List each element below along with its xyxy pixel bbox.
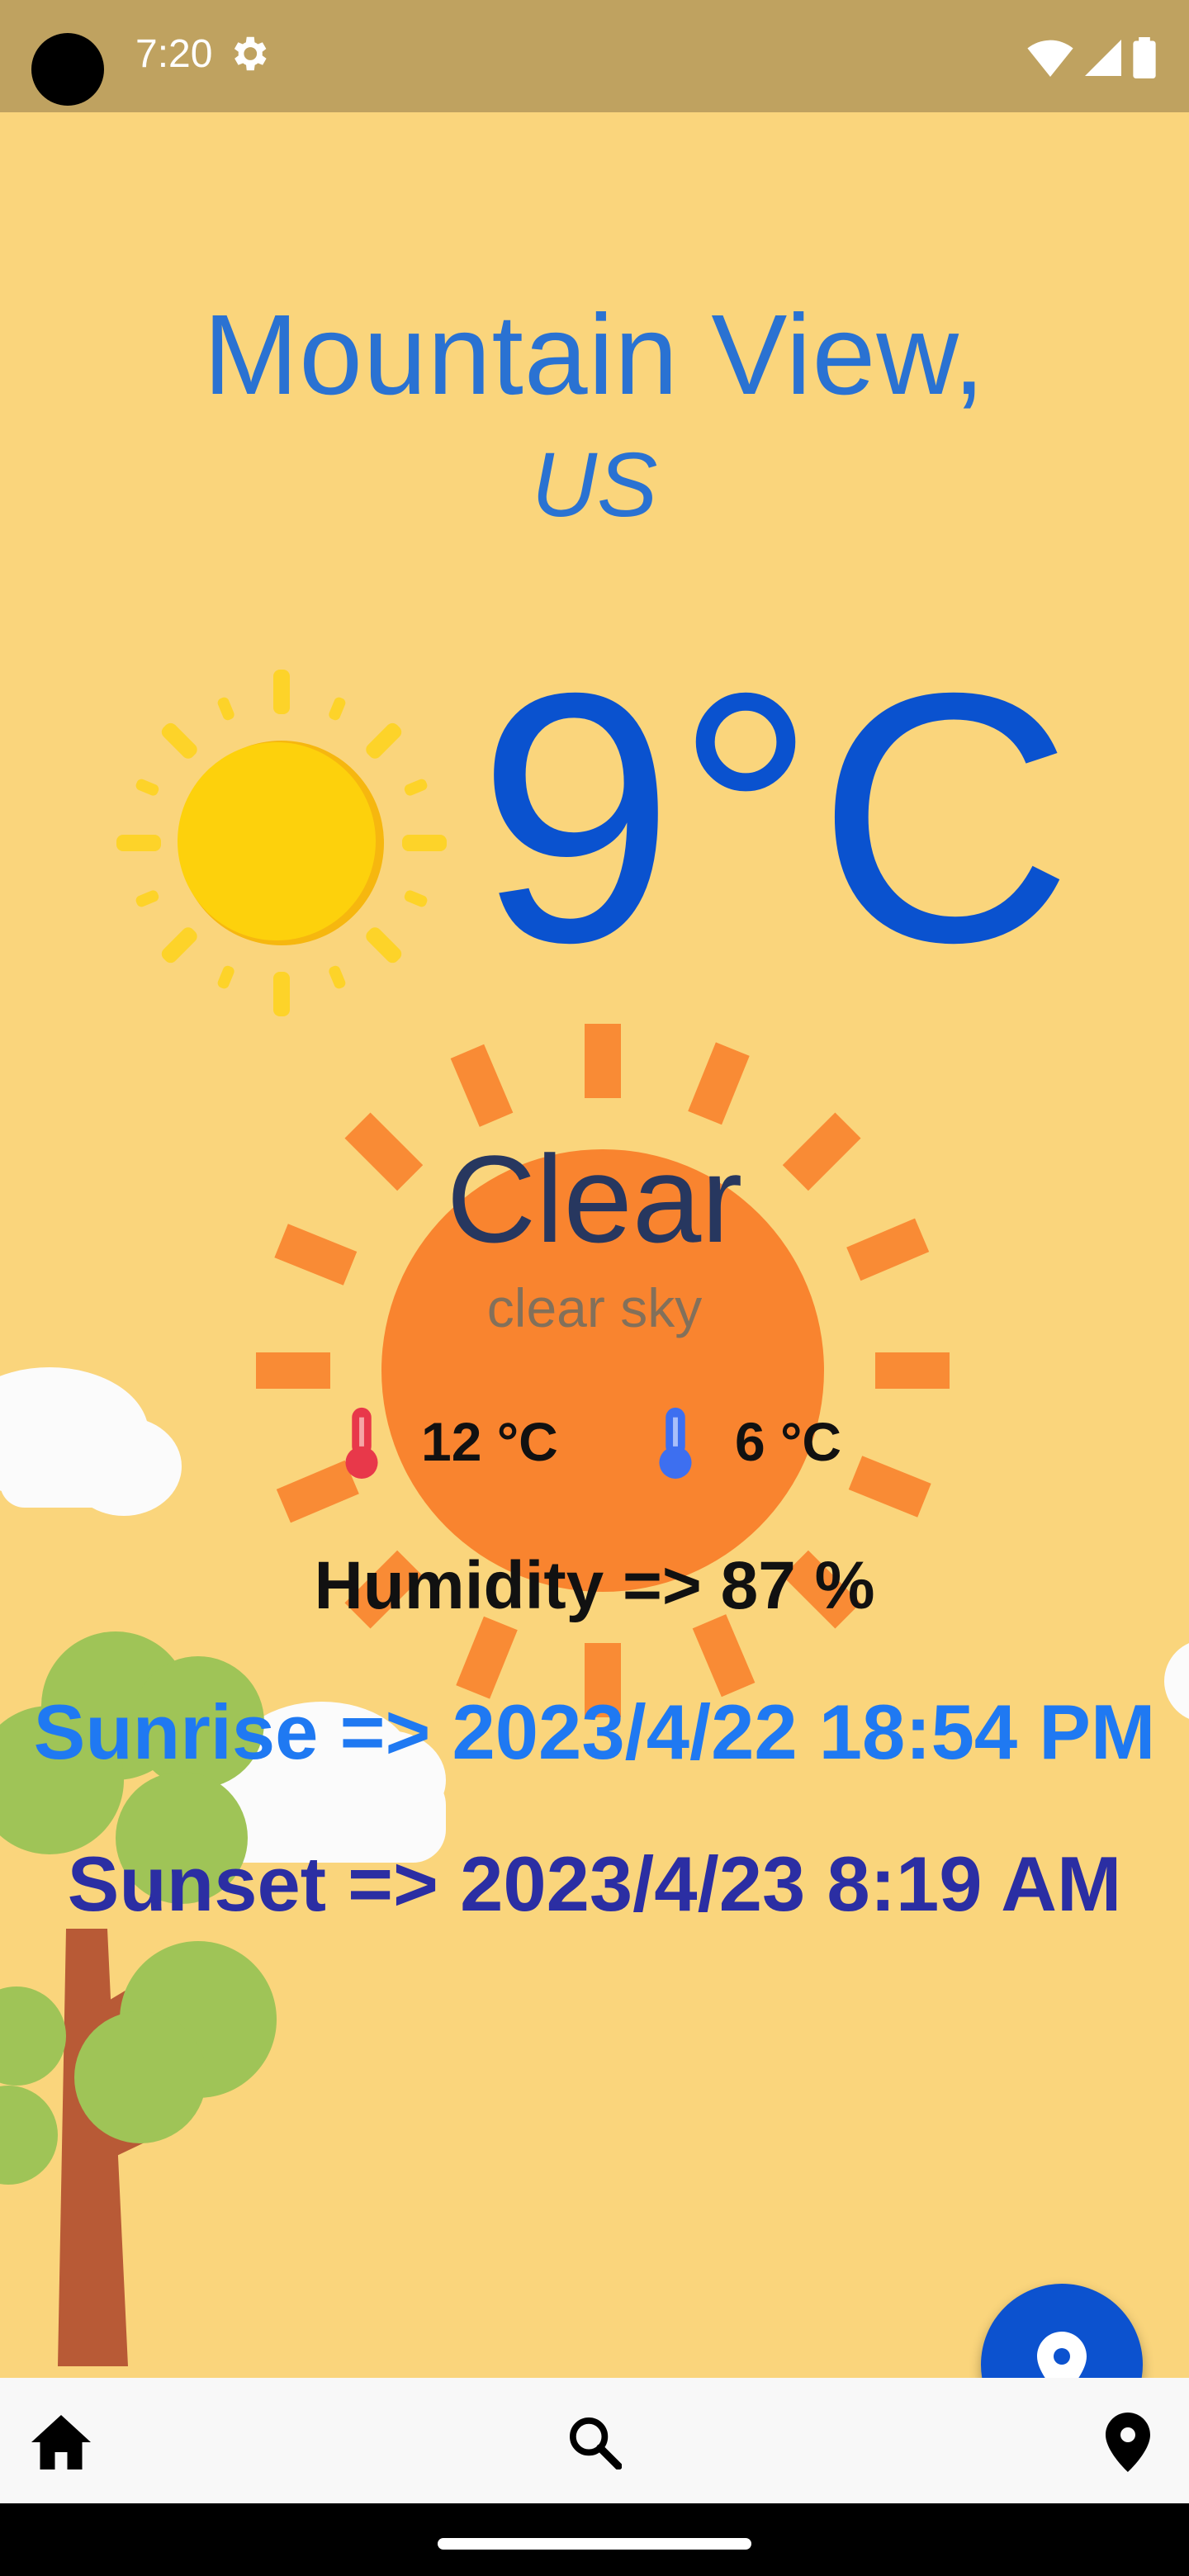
- weather-main: Clear: [446, 1129, 743, 1268]
- wifi-icon: [1027, 40, 1073, 77]
- status-bar: 7:20: [0, 0, 1189, 112]
- bottom-navigation: [0, 2378, 1189, 2503]
- sunrise: Sunrise => 2023/4/22 18:54 PM: [33, 1688, 1156, 1775]
- location-pin-icon: [1037, 2332, 1087, 2378]
- temp-max-value: 12 °C: [421, 1411, 558, 1472]
- settings-gear-icon: [234, 36, 267, 71]
- city-name: Mountain View,: [203, 291, 986, 419]
- nav-home[interactable]: [28, 2409, 94, 2475]
- nav-location[interactable]: [1095, 2409, 1161, 2475]
- status-icons: [1027, 33, 1156, 83]
- search-icon: [570, 2417, 622, 2469]
- temp-max: 12 °C: [339, 1400, 558, 1483]
- gesture-bar: [0, 2503, 1189, 2576]
- cloud-left: [0, 1367, 182, 1516]
- signal-icon: [1085, 40, 1121, 76]
- thermometer-hot-icon: [345, 1407, 378, 1479]
- battery-icon: [1133, 37, 1156, 78]
- country-code: US: [531, 434, 658, 536]
- temp-min-value: 6 °C: [735, 1411, 842, 1472]
- camera-cutout: [31, 33, 104, 106]
- temp-min: 6 °C: [652, 1400, 841, 1483]
- home-icon: [31, 2415, 91, 2469]
- sunset: Sunset => 2023/4/23 8:19 AM: [67, 1840, 1122, 1927]
- weather-scene: Mountain View, US 9°C Clear clear sky 12…: [0, 112, 1189, 2378]
- home-gesture-handle[interactable]: [438, 2538, 751, 2550]
- status-time: 7:20: [135, 32, 213, 76]
- thermometer-cold-icon: [659, 1407, 692, 1479]
- weather-description: clear sky: [486, 1277, 703, 1338]
- humidity: Humidity => 87 %: [314, 1548, 875, 1623]
- nav-search[interactable]: [561, 2409, 628, 2475]
- location-pin-icon: [1106, 2413, 1150, 2472]
- temperature: 9°C: [477, 620, 1073, 1016]
- sun-icon: [116, 670, 447, 1016]
